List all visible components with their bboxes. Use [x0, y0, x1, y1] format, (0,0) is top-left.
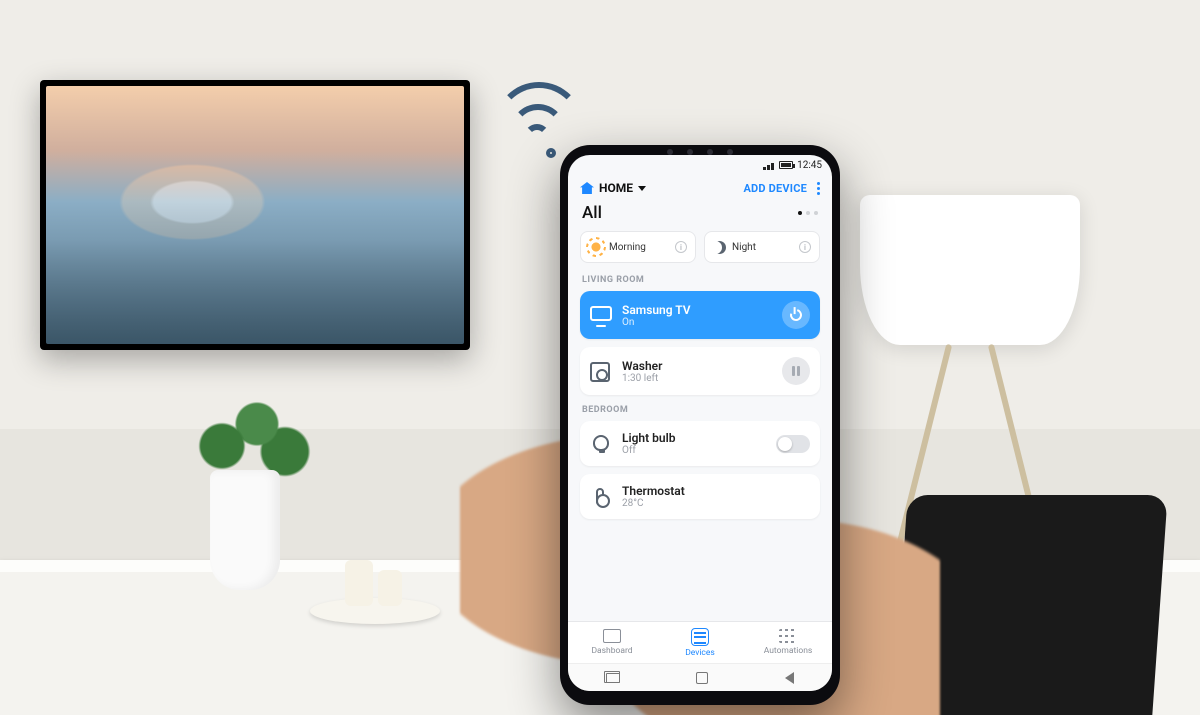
device-status: 1:30 left: [622, 373, 772, 384]
device-card-samsung-tv[interactable]: Samsung TV On: [580, 291, 820, 339]
info-icon[interactable]: i: [675, 241, 687, 253]
wall-tv: [40, 80, 470, 350]
section-title: All: [582, 203, 602, 223]
sun-icon: [589, 240, 603, 254]
bottom-tab-bar: Dashboard Devices Automations: [568, 621, 832, 663]
clock: 12:45: [797, 160, 822, 171]
tab-dashboard[interactable]: Dashboard: [568, 622, 656, 663]
tv-picture: [46, 86, 464, 344]
phone-frame: 12:45 HOME ADD DEVICE All: [560, 145, 840, 705]
device-name: Thermostat: [622, 484, 810, 498]
device-status: 28°C: [622, 498, 810, 509]
power-icon: [788, 307, 804, 323]
nav-home-button[interactable]: [696, 672, 708, 684]
tab-label: Devices: [685, 648, 715, 658]
toggle-switch[interactable]: [776, 435, 810, 453]
scene-chip-morning[interactable]: Morning i: [580, 231, 696, 263]
washer-icon: [590, 362, 612, 380]
add-device-button[interactable]: ADD DEVICE: [743, 182, 807, 195]
devices-icon: [692, 629, 708, 645]
info-icon[interactable]: i: [799, 241, 811, 253]
more-menu-button[interactable]: [817, 182, 820, 195]
tab-devices[interactable]: Devices: [656, 622, 744, 663]
status-bar: 12:45: [568, 155, 832, 175]
moon-icon: [713, 241, 726, 254]
room-header-bedroom: BEDROOM: [568, 403, 832, 421]
pause-icon: [791, 366, 801, 376]
location-selector[interactable]: HOME: [580, 181, 646, 195]
home-icon: [580, 182, 594, 194]
tab-label: Automations: [764, 646, 813, 656]
device-card-light-bulb[interactable]: Light bulb Off: [580, 421, 820, 466]
scene-chip-night[interactable]: Night i: [704, 231, 820, 263]
nav-back-button[interactable]: [785, 672, 794, 684]
nav-recent-button[interactable]: [606, 673, 620, 683]
scene-label: Night: [732, 242, 756, 253]
location-label: HOME: [599, 181, 633, 195]
device-status: Off: [622, 445, 766, 456]
device-card-washer[interactable]: Washer 1:30 left: [580, 347, 820, 395]
device-name: Samsung TV: [622, 303, 772, 317]
device-card-thermostat[interactable]: Thermostat 28°C: [580, 474, 820, 519]
signal-icon: [763, 161, 775, 170]
living-room-scene: 12:45 HOME ADD DEVICE All: [0, 0, 1200, 715]
thermometer-icon: [590, 488, 612, 506]
page-indicator: [798, 211, 818, 215]
chevron-down-icon: [638, 186, 646, 191]
automations-icon: [779, 629, 797, 643]
android-nav-bar: [568, 663, 832, 691]
bulb-icon: [590, 435, 612, 453]
tv-icon: [590, 306, 612, 324]
device-status: On: [622, 317, 772, 328]
tab-automations[interactable]: Automations: [744, 622, 832, 663]
tab-label: Dashboard: [591, 646, 632, 656]
pause-button[interactable]: [782, 357, 810, 385]
room-header-living-room: LIVING ROOM: [568, 273, 832, 291]
dashboard-icon: [603, 629, 621, 643]
device-name: Light bulb: [622, 431, 766, 445]
scene-label: Morning: [609, 242, 646, 253]
vase: [210, 470, 280, 590]
device-name: Washer: [622, 359, 772, 373]
power-button[interactable]: [782, 301, 810, 329]
battery-icon: [779, 161, 793, 169]
floor-lamp: [860, 195, 1080, 345]
app-screen: 12:45 HOME ADD DEVICE All: [568, 155, 832, 691]
